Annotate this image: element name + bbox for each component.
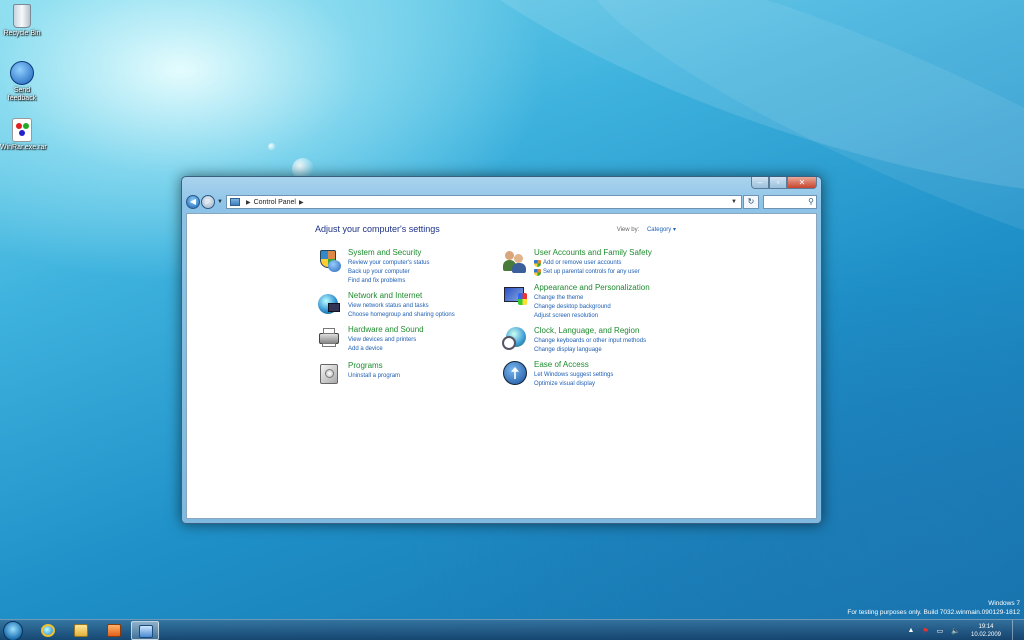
view-by-dropdown[interactable]: Category ▾ (647, 227, 676, 233)
uac-shield-icon (534, 260, 541, 267)
category-link[interactable]: Change keyboards or other input methods (534, 337, 646, 346)
shield-flag-icon[interactable] (316, 248, 342, 274)
category-link[interactable]: Add a device (348, 345, 424, 354)
maximize-button[interactable]: ▫ (769, 177, 787, 189)
breadcrumb-control-panel[interactable]: Control Panel (254, 199, 296, 206)
category-link[interactable]: Choose homegroup and sharing options (348, 311, 455, 320)
recent-pages-dropdown[interactable]: ▼ (217, 199, 223, 205)
category-heading[interactable]: Hardware and Sound (348, 325, 424, 335)
category-link[interactable]: Optimize visual display (534, 380, 613, 389)
category-link[interactable]: Review your computer's status (348, 259, 430, 268)
category-clock-language-region: Clock, Language, and Region Change keybo… (502, 326, 646, 355)
view-by-label: View by: (616, 227, 640, 233)
control-panel-window: – ▫ ✕ ◀ ▶ ▼ ▶ Control Panel ▶ ▼ ↻ ⚲ Adju… (181, 176, 822, 524)
volume-icon[interactable]: 🔈 (951, 627, 960, 635)
printer-icon[interactable] (316, 325, 342, 351)
media-player-icon (107, 624, 121, 637)
close-button[interactable]: ✕ (787, 177, 817, 189)
action-center-flag-icon[interactable]: ⚑ (922, 627, 928, 635)
category-user-accounts: User Accounts and Family Safety Add or r… (502, 248, 652, 277)
category-link[interactable]: Change the theme (534, 294, 650, 303)
notification-area: ▲ ⚑ ▭ 🔈 19:14 10.02.2009 (903, 620, 1024, 640)
taskbar-media-player[interactable] (100, 621, 128, 640)
category-heading[interactable]: Clock, Language, and Region (534, 326, 646, 336)
ease-of-access-icon[interactable] (502, 360, 528, 386)
windows-explorer-icon (74, 624, 88, 637)
caption-buttons: – ▫ ✕ (751, 177, 817, 189)
desktop-icon-send-feedback[interactable]: Send feedback (0, 61, 44, 103)
category-heading[interactable]: Ease of Access (534, 360, 613, 370)
control-panel-content: Adjust your computer's settings View by:… (186, 213, 817, 519)
taskbar-internet-explorer[interactable] (34, 621, 62, 640)
desktop-icon-recycle-bin[interactable]: Recycle Bin (0, 4, 44, 38)
wallpaper-bubble (268, 143, 276, 151)
system-clock[interactable]: 19:14 10.02.2009 (964, 623, 1008, 639)
category-heading[interactable]: Programs (348, 361, 400, 371)
category-link[interactable]: Back up your computer (348, 268, 430, 277)
clock-globe-icon[interactable] (502, 326, 528, 352)
control-panel-icon (229, 198, 240, 206)
category-heading[interactable]: System and Security (348, 248, 430, 258)
category-system-and-security: System and Security Review your computer… (316, 248, 430, 286)
programs-icon[interactable] (316, 361, 342, 387)
taskbar: ▲ ⚑ ▭ 🔈 19:14 10.02.2009 (0, 619, 1024, 640)
view-by: View by: Category ▾ (617, 226, 676, 233)
category-appearance: Appearance and Personalization Change th… (502, 283, 650, 321)
desktop-icon-label: Recycle Bin (3, 30, 41, 37)
page-title: Adjust your computer's settings (315, 224, 440, 234)
desktop-icon-label: WinRar.exe.rar (0, 144, 47, 151)
search-input[interactable]: ⚲ (763, 195, 817, 209)
category-link[interactable]: Change display language (534, 346, 646, 355)
category-link[interactable]: Find and fix problems (348, 277, 430, 286)
breadcrumb-chevron-icon[interactable]: ▶ (246, 199, 251, 206)
category-link[interactable]: Let Windows suggest settings (534, 371, 613, 380)
category-link[interactable]: View network status and tasks (348, 302, 455, 311)
internet-explorer-icon (41, 624, 55, 637)
category-heading[interactable]: Appearance and Personalization (534, 283, 650, 293)
category-link[interactable]: Uninstall a program (348, 372, 400, 381)
navigation-bar: ◀ ▶ ▼ ▶ Control Panel ▶ ▼ ↻ ⚲ (186, 194, 817, 210)
desktop-icon-winrar[interactable]: WinRar.exe.rar (0, 118, 47, 152)
network-icon[interactable]: ▭ (937, 627, 944, 635)
category-network-and-internet: Network and Internet View network status… (316, 291, 455, 320)
desktop-icon-label: Send feedback (7, 87, 37, 102)
category-link[interactable]: Add or remove user accounts (534, 259, 652, 268)
back-button[interactable]: ◀ (186, 195, 200, 209)
minimize-button[interactable]: – (751, 177, 769, 189)
show-desktop-button[interactable] (1012, 620, 1024, 640)
category-ease-of-access: Ease of Access Let Windows suggest setti… (502, 360, 613, 389)
build-watermark: Windows 7 For testing purposes only. Bui… (847, 600, 1020, 616)
category-link[interactable]: Set up parental controls for any user (534, 268, 652, 277)
forward-button[interactable]: ▶ (201, 195, 215, 209)
display-paint-icon[interactable] (502, 283, 528, 309)
send-feedback-icon (10, 61, 34, 85)
control-panel-icon (139, 625, 153, 638)
winrar-icon (12, 118, 32, 142)
breadcrumb-chevron-icon[interactable]: ▶ (299, 199, 304, 206)
refresh-button[interactable]: ↻ (743, 195, 759, 209)
show-hidden-icons-icon[interactable]: ▲ (907, 627, 914, 634)
recycle-bin-icon (13, 4, 31, 28)
category-link[interactable]: View devices and printers (348, 336, 424, 345)
search-icon[interactable]: ⚲ (808, 197, 814, 206)
category-heading[interactable]: User Accounts and Family Safety (534, 248, 652, 258)
category-programs: Programs Uninstall a program (316, 361, 400, 387)
category-link[interactable]: Adjust screen resolution (534, 312, 650, 321)
uac-shield-icon (534, 269, 541, 276)
globe-network-icon[interactable] (316, 291, 342, 317)
taskbar-windows-explorer[interactable] (67, 621, 95, 640)
users-icon[interactable] (502, 248, 528, 274)
address-dropdown-icon[interactable]: ▼ (727, 199, 741, 205)
address-bar[interactable]: ▶ Control Panel ▶ ▼ (225, 195, 742, 209)
category-heading[interactable]: Network and Internet (348, 291, 455, 301)
category-link[interactable]: Change desktop background (534, 303, 650, 312)
taskbar-control-panel[interactable] (131, 621, 159, 640)
start-button[interactable] (3, 621, 23, 640)
category-hardware-and-sound: Hardware and Sound View devices and prin… (316, 325, 424, 354)
